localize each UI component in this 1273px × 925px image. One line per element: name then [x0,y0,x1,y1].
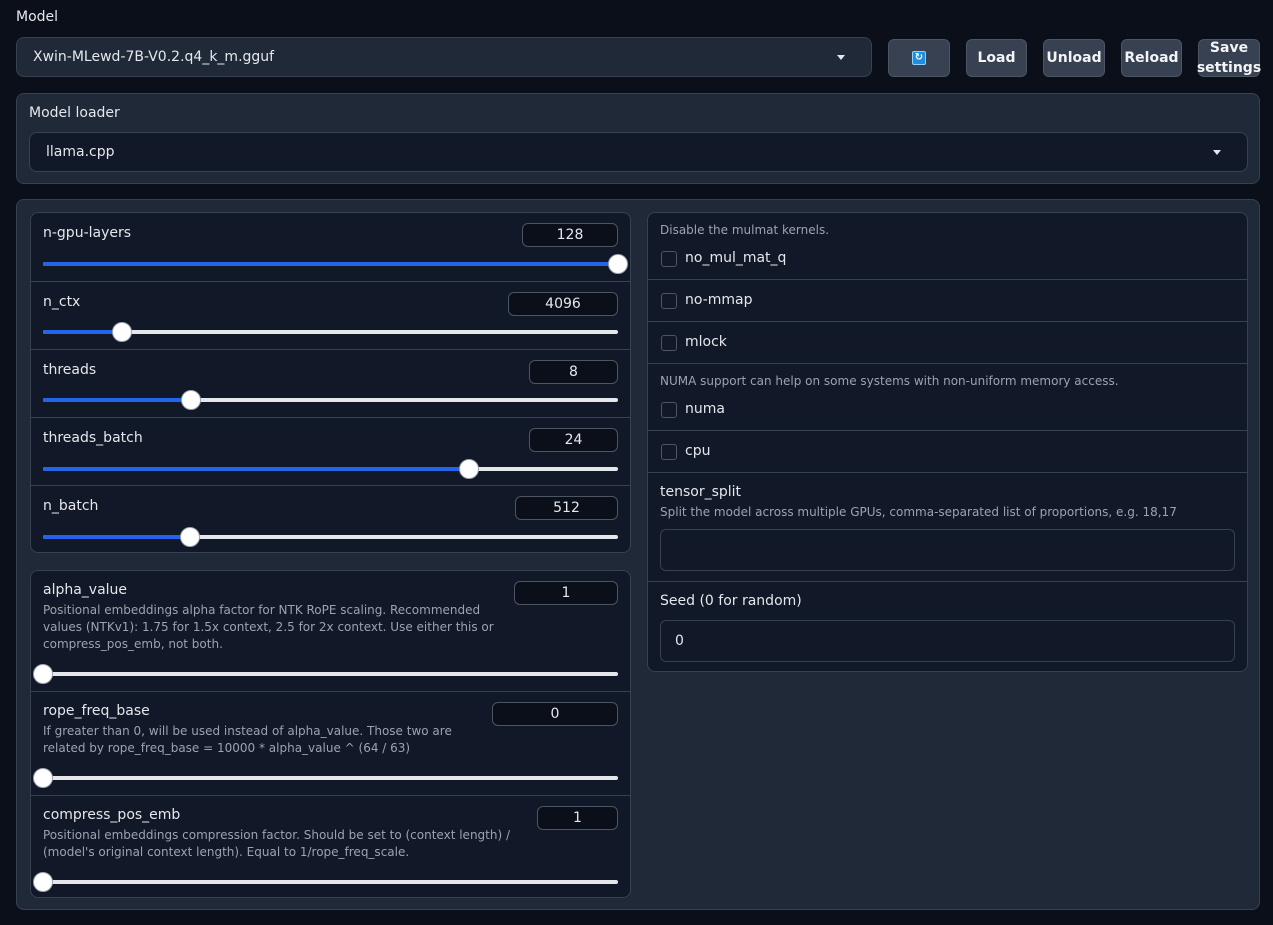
tensor-split-info: Split the model across multiple GPUs, co… [660,505,1177,519]
slider-thumb[interactable] [181,390,202,410]
slider-thumb[interactable] [458,459,479,479]
slider-value-input[interactable]: 0 [492,702,618,726]
rope-sliders-group: alpha_value Positional embeddings alpha … [30,570,631,898]
model-label: Model [16,9,59,25]
option-row-cpu: cpu [648,431,1247,473]
slider-fill [43,330,122,334]
model-loader-value: llama.cpp [46,144,115,160]
slider-thumb[interactable] [111,322,132,342]
numa-checkbox[interactable] [661,402,677,418]
no-mmap-label[interactable]: no-mmap [685,292,753,308]
slider-track[interactable] [43,322,618,342]
cpu-checkbox[interactable] [661,444,677,460]
no-mmap-checkbox[interactable] [661,293,677,309]
slider-value-input[interactable]: 24 [529,428,618,452]
tensor-split-input[interactable] [660,529,1235,571]
chevron-down-icon [837,55,845,60]
slider-label: n_ctx [43,294,81,310]
model-dropdown[interactable]: Xwin-MLewd-7B-V0.2.q4_k_m.gguf [16,37,872,77]
model-dropdown-value: Xwin-MLewd-7B-V0.2.q4_k_m.gguf [33,49,275,65]
slider-track[interactable] [33,872,618,892]
option-row-mlock: mlock [648,322,1247,364]
slider-value-input[interactable]: 4096 [508,292,618,316]
model-loader-label: Model loader [29,105,120,121]
model-loader-panel: Model loader llama.cpp [16,93,1260,184]
slider-thumb[interactable] [608,254,628,274]
numa-info: NUMA support can help on some systems wi… [660,374,1119,388]
option-row-no-mmap: no-mmap [648,280,1247,322]
slider-label: n_batch [43,498,99,514]
slider-row-n-gpu-layers: n-gpu-layers 128 [31,213,630,282]
slider-thumb[interactable] [33,664,53,684]
refresh-button[interactable]: ↻ [888,39,950,77]
slider-label: threads [43,362,97,378]
mlock-checkbox[interactable] [661,335,677,351]
chevron-down-icon [1213,150,1221,155]
slider-fill [43,398,192,402]
tensor-split-row: tensor_split Split the model across mult… [648,473,1247,582]
seed-input[interactable]: 0 [660,620,1235,662]
seed-label: Seed (0 for random) [660,593,802,609]
load-button[interactable]: Load [966,39,1027,77]
slider-value-input[interactable]: 128 [522,223,618,247]
slider-thumb[interactable] [33,768,53,788]
seed-row: Seed (0 for random) 0 [648,582,1247,671]
numa-label[interactable]: numa [685,401,725,417]
slider-row-compress-pos-emb: compress_pos_emb Positional embeddings c… [31,796,630,897]
slider-fill [43,535,191,539]
slider-label: compress_pos_emb [43,807,181,823]
cpu-label[interactable]: cpu [685,443,710,459]
reload-button[interactable]: Reload [1121,39,1182,77]
slider-value-input[interactable]: 8 [529,360,618,384]
slider-row-rope-freq-base: rope_freq_base If greater than 0, will b… [31,692,630,796]
slider-value-input[interactable]: 1 [537,806,618,830]
slider-row-threads: threads 8 [31,350,630,418]
save-settings-button[interactable]: Save settings [1196,39,1262,77]
slider-row-n-batch: n_batch 512 [31,486,630,552]
slider-row-n-ctx: n_ctx 4096 [31,282,630,350]
save-settings-label: Save settings [1196,40,1262,76]
slider-description: If greater than 0, will be used instead … [43,724,452,755]
unload-button[interactable]: Unload [1043,39,1105,77]
slider-track[interactable] [43,254,628,274]
mulmat-info: Disable the mulmat kernels. [660,223,830,237]
model-loader-dropdown[interactable]: llama.cpp [29,132,1248,172]
slider-label: rope_freq_base [43,703,150,719]
option-row-numa: NUMA support can help on some systems wi… [648,364,1247,431]
slider-description: Positional embeddings alpha factor for N… [43,603,494,651]
slider-track[interactable] [33,768,618,788]
slider-track[interactable] [43,459,618,479]
options-group: Disable the mulmat kernels. no_mul_mat_q… [647,212,1248,672]
slider-label: n-gpu-layers [43,225,132,241]
no-mul-mat-q-label[interactable]: no_mul_mat_q [685,250,786,266]
refresh-icon: ↻ [912,51,926,65]
slider-thumb[interactable] [180,527,201,547]
slider-value-input[interactable]: 1 [514,581,618,605]
core-sliders-group: n-gpu-layers 128 n_ctx 4096 threads 8 th… [30,212,631,553]
tensor-split-label: tensor_split [660,484,742,500]
slider-label: threads_batch [43,430,143,446]
slider-track[interactable] [43,527,618,547]
mlock-label[interactable]: mlock [685,334,727,350]
slider-description: Positional embeddings compression factor… [43,828,511,859]
option-row-no-mul-mat-q: Disable the mulmat kernels. no_mul_mat_q [648,213,1247,280]
slider-thumb[interactable] [33,872,53,892]
slider-track[interactable] [33,664,618,684]
slider-row-threads-batch: threads_batch 24 [31,418,630,486]
slider-row-alpha-value: alpha_value Positional embeddings alpha … [31,571,630,692]
slider-fill [43,262,618,266]
loader-settings-panel: n-gpu-layers 128 n_ctx 4096 threads 8 th… [16,199,1260,910]
no-mul-mat-q-checkbox[interactable] [661,251,677,267]
slider-fill [43,467,469,471]
slider-label: alpha_value [43,582,128,598]
slider-value-input[interactable]: 512 [515,496,618,520]
slider-track[interactable] [43,390,618,410]
